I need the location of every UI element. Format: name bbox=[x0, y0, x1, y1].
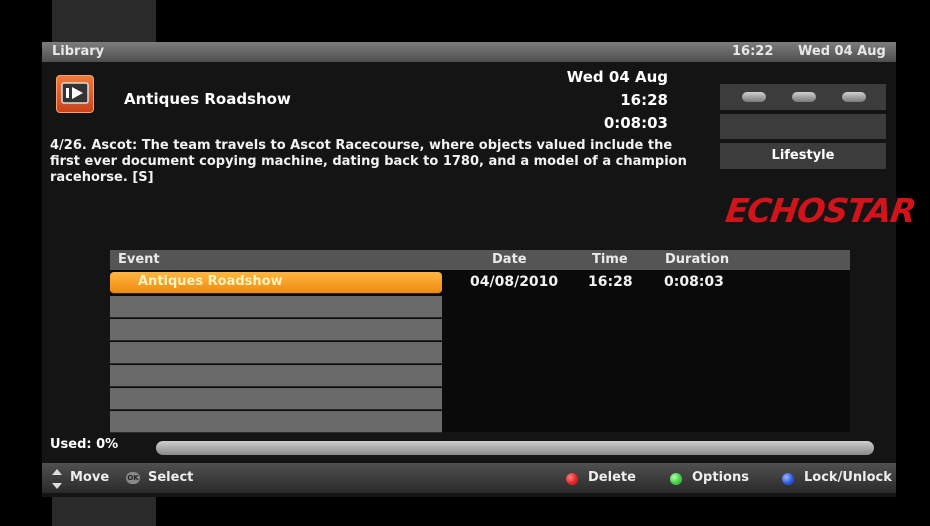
column-time: Time bbox=[592, 252, 628, 267]
status-pill-icon bbox=[842, 92, 866, 102]
table-row-empty[interactable] bbox=[110, 411, 442, 433]
ok-button-icon: OK bbox=[126, 472, 140, 484]
column-duration: Duration bbox=[665, 252, 730, 267]
programme-duration: 0:08:03 bbox=[603, 114, 668, 132]
info-icons-panel bbox=[720, 84, 886, 110]
table-row-empty[interactable] bbox=[110, 388, 442, 410]
echostar-logo: ECHOSTAR bbox=[723, 191, 918, 230]
genre-label: Lifestyle bbox=[720, 143, 886, 169]
footer-select: Select bbox=[148, 470, 194, 485]
header-date: Wed 04 Aug bbox=[798, 44, 886, 59]
disk-usage-label: Used: 0% bbox=[50, 437, 119, 452]
info-blank-panel bbox=[720, 114, 886, 139]
recording-play-icon bbox=[56, 75, 94, 113]
footer-move: Move bbox=[70, 470, 110, 485]
green-button-icon bbox=[670, 473, 682, 485]
row-event: Antiques Roadshow bbox=[138, 274, 283, 289]
programme-description: 4/26. Ascot: The team travels to Ascot R… bbox=[50, 138, 687, 185]
table-row-empty[interactable] bbox=[110, 342, 442, 364]
screen-title: Library bbox=[52, 44, 105, 59]
status-pill-icon bbox=[742, 92, 766, 102]
row-date: 04/08/2010 bbox=[470, 274, 559, 290]
library-screen: Library 16:22 Wed 04 Aug Antiques Roadsh… bbox=[42, 42, 918, 497]
title-bar: Library 16:22 Wed 04 Aug bbox=[42, 42, 896, 62]
blue-button-icon bbox=[782, 473, 794, 485]
column-date: Date bbox=[492, 252, 527, 267]
programme-date: Wed 04 Aug bbox=[566, 68, 668, 86]
footer-lock-unlock[interactable]: Lock/Unlock bbox=[804, 470, 892, 485]
bezel-strip-top bbox=[52, 0, 156, 42]
red-button-icon bbox=[566, 473, 578, 485]
row-duration: 0:08:03 bbox=[664, 274, 724, 290]
table-row-selected[interactable]: Antiques Roadshow bbox=[110, 272, 442, 294]
bezel-strip-bottom bbox=[52, 497, 156, 526]
table-row-empty[interactable] bbox=[110, 296, 442, 318]
table-row-empty[interactable] bbox=[110, 365, 442, 387]
row-time: 16:28 bbox=[588, 274, 633, 290]
programme-title: Antiques Roadshow bbox=[124, 90, 291, 108]
footer-bar: Move OK Select Delete Options Lock/Unloc… bbox=[42, 463, 896, 493]
table-header: Event Date Time Duration bbox=[110, 250, 850, 270]
programme-time: 16:28 bbox=[620, 91, 668, 109]
disk-usage-bar bbox=[156, 441, 874, 455]
footer-delete[interactable]: Delete bbox=[588, 470, 636, 485]
table-row-empty[interactable] bbox=[110, 319, 442, 341]
footer-options[interactable]: Options bbox=[692, 470, 749, 485]
clock: 16:22 bbox=[732, 44, 774, 59]
up-down-arrows-icon bbox=[52, 469, 62, 489]
column-event: Event bbox=[118, 252, 160, 267]
status-pill-icon bbox=[792, 92, 816, 102]
